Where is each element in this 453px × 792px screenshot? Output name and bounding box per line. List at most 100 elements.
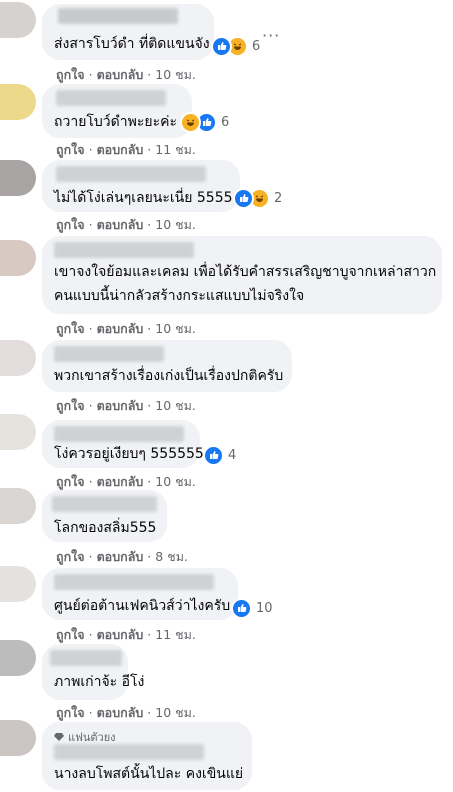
timestamp[interactable]: 10 ชม. (155, 215, 196, 235)
avatar[interactable] (0, 566, 36, 602)
avatar[interactable] (0, 488, 36, 524)
separator: · (88, 142, 93, 157)
like-link[interactable]: ถูกใจ (56, 472, 85, 492)
comment-bubble: โง่ควรอยู่เงียบๆ 555555 (42, 420, 204, 468)
comment-text: โลกของสลิ่ม555 (54, 520, 157, 536)
separator: · (88, 705, 93, 720)
like-icon (233, 187, 254, 209)
reply-link[interactable]: ตอบกลับ (97, 140, 144, 160)
avatar[interactable] (0, 240, 36, 276)
timestamp[interactable]: 11 ชม. (155, 140, 196, 160)
separator: · (147, 549, 152, 564)
separator: · (147, 217, 152, 232)
reaction-summary[interactable]: 4 (203, 444, 237, 466)
like-link[interactable]: ถูกใจ (56, 215, 85, 235)
reaction-count: 6 (252, 38, 261, 54)
comment-bubble: ส่งสารโบว์ดำ ที่ติดแขนจัง (42, 4, 214, 60)
reply-link[interactable]: ตอบกลับ (97, 215, 144, 235)
reply-link[interactable]: ตอบกลับ (97, 319, 144, 339)
reply-link[interactable]: ตอบกลับ (97, 65, 144, 85)
avatar[interactable] (0, 640, 36, 676)
reply-link[interactable]: ตอบกลับ (97, 703, 144, 723)
comment-text: ภาพเก่าจ้ะ อีโง่ (54, 674, 145, 690)
reaction-count: 6 (221, 114, 230, 130)
comment-text: ส่งสารโบว์ดำ ที่ติดแขนจัง (54, 36, 210, 52)
timestamp[interactable]: 10 ชม. (155, 396, 196, 416)
author-name-blurred[interactable] (54, 744, 204, 760)
author-name-blurred[interactable] (56, 166, 206, 182)
more-options-icon[interactable]: ··· (262, 26, 280, 45)
separator: · (88, 67, 93, 82)
comment-bubble: ไม่ได้โง่เล่นๆเลยนะเนี่ย 5555 (42, 160, 240, 212)
comment-bubble: พวกเขาสร้างเรื่องเก่งเป็นเรื่องปกติครับ (42, 340, 292, 392)
like-icon (211, 35, 232, 57)
comment-actions: ถูกใจ · ตอบกลับ · 10 ชม. (56, 472, 196, 492)
reaction-count: 10 (256, 600, 273, 616)
comment-bubble: ภาพเก่าจ้ะ อีโง่ (42, 644, 144, 700)
avatar[interactable] (0, 414, 36, 450)
separator: · (88, 217, 93, 232)
comment-text: ไม่ได้โง่เล่นๆเลยนะเนี่ย 5555 (54, 190, 233, 206)
comment-actions: ถูกใจ · ตอบกลับ · 11 ชม. (56, 625, 196, 645)
haha-icon (180, 111, 201, 133)
timestamp[interactable]: 10 ชม. (155, 472, 196, 492)
separator: · (88, 321, 93, 336)
reaction-summary[interactable]: 6 (211, 35, 261, 57)
like-link[interactable]: ถูกใจ (56, 625, 85, 645)
author-name-blurred[interactable] (56, 90, 166, 106)
like-link[interactable]: ถูกใจ (56, 547, 85, 567)
reply-link[interactable]: ตอบกลับ (97, 547, 144, 567)
reply-link[interactable]: ตอบกลับ (97, 472, 144, 492)
author-name-blurred[interactable] (54, 346, 164, 362)
avatar[interactable] (0, 84, 36, 120)
comment-actions: ถูกใจ · ตอบกลับ · 10 ชม. (56, 703, 196, 723)
author-name-blurred[interactable] (54, 426, 184, 442)
separator: · (88, 398, 93, 413)
separator: · (88, 627, 93, 642)
author-name-blurred[interactable] (58, 8, 178, 24)
reaction-count: 4 (228, 447, 237, 463)
reaction-count: 2 (274, 190, 283, 206)
separator: · (147, 705, 152, 720)
timestamp[interactable]: 8 ชม. (155, 547, 188, 567)
like-link[interactable]: ถูกใจ (56, 65, 85, 85)
timestamp[interactable]: 10 ชม. (155, 319, 196, 339)
separator: · (147, 142, 152, 157)
comment-text: นางลบโพสต์นั้นไปละ คงเขินแย่ (54, 766, 244, 782)
avatar[interactable] (0, 160, 36, 196)
separator: · (88, 474, 93, 489)
timestamp[interactable]: 10 ชม. (155, 703, 196, 723)
author-name-blurred[interactable] (54, 574, 214, 590)
avatar[interactable] (0, 2, 36, 38)
author-name-blurred[interactable] (50, 650, 122, 666)
comment-text-line: คนแบบนี้น่ากลัวสร้างกระแสแบบไม่จริงใจ (54, 288, 305, 304)
separator: · (147, 627, 152, 642)
author-name-blurred[interactable] (54, 242, 194, 258)
reaction-summary[interactable]: 10 (231, 597, 273, 619)
comment-bubble: โลกของสลิ่ม555 (42, 490, 167, 542)
comment-actions: ถูกใจ · ตอบกลับ · 10 ชม. (56, 396, 196, 416)
diamond-icon (54, 733, 64, 741)
like-link[interactable]: ถูกใจ (56, 396, 85, 416)
avatar[interactable] (0, 720, 36, 756)
timestamp[interactable]: 11 ชม. (155, 625, 196, 645)
like-link[interactable]: ถูกใจ (56, 319, 85, 339)
reaction-summary[interactable]: 6 (180, 111, 230, 133)
reply-link[interactable]: ตอบกลับ (97, 625, 144, 645)
like-link[interactable]: ถูกใจ (56, 703, 85, 723)
comment-text: ศูนย์ต่อต้านเฟคนิวส์ว่าไงครับ (54, 598, 231, 614)
comment-bubble: ศูนย์ต่อต้านเฟคนิวส์ว่าไงครับ (42, 568, 238, 620)
like-link[interactable]: ถูกใจ (56, 140, 85, 160)
timestamp[interactable]: 10 ชม. (155, 65, 196, 85)
author-name-blurred[interactable] (52, 496, 157, 512)
reply-link[interactable]: ตอบกลับ (97, 396, 144, 416)
comment-text-line: เขาจงใจย้อมและเคลม เพื่อได้รับคำสรรเสริญ… (54, 264, 437, 280)
comment-actions: ถูกใจ · ตอบกลับ · 11 ชม. (56, 140, 196, 160)
comment-actions: ถูกใจ · ตอบกลับ · 10 ชม. (56, 215, 196, 235)
comment-actions: ถูกใจ · ตอบกลับ · 8 ชม. (56, 547, 188, 567)
comment-text: พวกเขาสร้างเรื่องเก่งเป็นเรื่องปกติครับ (54, 368, 284, 384)
avatar[interactable] (0, 340, 36, 376)
comment-actions: ถูกใจ · ตอบกลับ · 10 ชม. (56, 319, 196, 339)
reaction-summary[interactable]: 2 (233, 187, 283, 209)
comment-actions: ถูกใจ · ตอบกลับ · 10 ชม. (56, 65, 196, 85)
